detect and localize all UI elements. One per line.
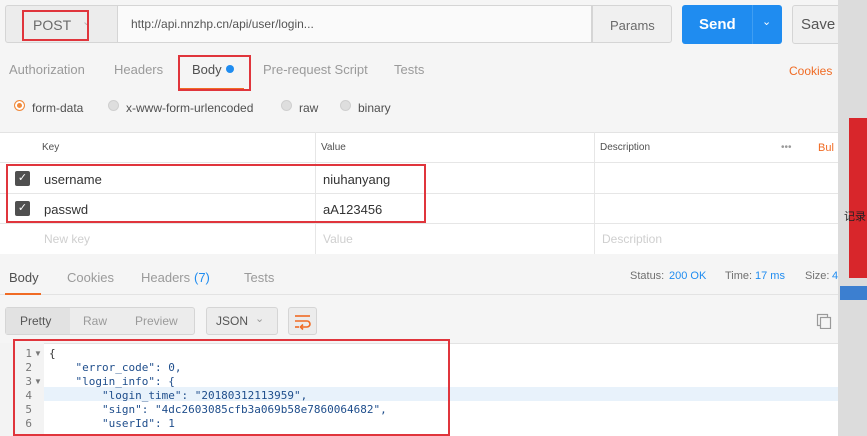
- background-window-banner: [849, 118, 867, 278]
- wrap-lines-button[interactable]: [288, 307, 317, 335]
- view-mode-raw[interactable]: Raw: [83, 314, 107, 328]
- copy-icon[interactable]: [816, 313, 832, 329]
- status-value: 200 OK: [669, 270, 707, 282]
- response-tab-cookies[interactable]: Cookies: [67, 270, 114, 285]
- size-label: Size:: [805, 270, 830, 282]
- method-label: POST: [33, 17, 72, 33]
- send-divider: [752, 5, 753, 44]
- new-value-input[interactable]: Value: [323, 232, 353, 246]
- tab-headers[interactable]: Headers: [114, 62, 163, 77]
- bulk-edit-link[interactable]: Bul: [818, 142, 834, 154]
- chevron-down-icon: ⌄: [82, 16, 92, 28]
- radio-label-urlencoded: x-www-form-urlencoded: [126, 101, 254, 115]
- new-description-input[interactable]: Description: [602, 232, 662, 246]
- tab-authorization[interactable]: Authorization: [9, 62, 85, 77]
- line-number: 5: [25, 403, 32, 416]
- radio-label-binary: binary: [358, 101, 391, 115]
- fold-arrow-icon[interactable]: ▼: [34, 349, 42, 358]
- code-line: "login_info": {: [49, 375, 175, 388]
- code-line: "userId": 1: [49, 417, 175, 430]
- column-header-key: Key: [42, 142, 60, 153]
- radio-x-www-form-urlencoded[interactable]: [108, 100, 119, 111]
- row-separator: [0, 223, 838, 224]
- send-options-chevron-icon[interactable]: ⌄: [762, 15, 771, 28]
- params-label: Params: [610, 18, 655, 33]
- response-tab-tests[interactable]: Tests: [244, 270, 274, 285]
- param-value-passwd[interactable]: aA123456: [323, 202, 382, 217]
- view-mode-preview[interactable]: Preview: [135, 314, 178, 328]
- response-tab-headers[interactable]: Headers: [141, 270, 190, 285]
- cookies-link[interactable]: Cookies: [789, 64, 832, 78]
- wrap-lines-icon: [295, 315, 311, 331]
- radio-label-raw: raw: [299, 101, 319, 115]
- radio-binary[interactable]: [340, 100, 351, 111]
- view-mode-pretty[interactable]: Pretty: [20, 314, 51, 328]
- line-number: 6: [25, 417, 32, 430]
- column-header-description: Description: [600, 142, 651, 153]
- url-text: http://api.nnzhp.cn/api/user/login...: [131, 17, 314, 31]
- more-options-icon[interactable]: •••: [781, 142, 792, 153]
- time-value: 17 ms: [755, 270, 785, 282]
- response-tab-bar: [0, 262, 838, 295]
- param-value-username[interactable]: niuhanyang: [323, 172, 390, 187]
- line-number: 4: [25, 389, 32, 402]
- tab-body[interactable]: Body: [192, 62, 222, 77]
- row-separator: [0, 162, 838, 163]
- fold-arrow-icon[interactable]: ▼: [34, 377, 42, 386]
- param-key-passwd[interactable]: passwd: [44, 202, 88, 217]
- save-label: Save: [801, 16, 836, 33]
- send-label: Send: [699, 16, 736, 33]
- tab-tests[interactable]: Tests: [394, 62, 424, 77]
- line-number: 2: [25, 361, 32, 374]
- param-key-username[interactable]: username: [44, 172, 102, 187]
- tab-active-underline: [180, 88, 244, 90]
- row-separator: [0, 193, 838, 194]
- body-modified-dot: [226, 65, 234, 73]
- line-number: 1: [25, 347, 32, 360]
- code-line: "login_time": "20180312113959",: [49, 389, 308, 402]
- background-window-text: 记录: [844, 211, 866, 223]
- new-key-input[interactable]: New key: [44, 232, 90, 246]
- line-number: 3: [25, 375, 32, 388]
- row-checkbox-username[interactable]: ✓: [15, 171, 30, 186]
- response-tab-body[interactable]: Body: [9, 270, 39, 285]
- background-window-bar: [840, 286, 867, 300]
- tab-pre-request-script[interactable]: Pre-request Script: [263, 62, 368, 77]
- radio-form-data[interactable]: [14, 100, 25, 111]
- status-label: Status:: [630, 270, 665, 282]
- row-checkbox-passwd[interactable]: ✓: [15, 201, 30, 216]
- code-line: "sign": "4dc2603085cfb3a069b58e786006468…: [49, 403, 387, 416]
- format-label: JSON: [216, 314, 249, 328]
- radio-label-form-data: form-data: [32, 101, 84, 115]
- response-tab-underline: [5, 293, 41, 295]
- radio-raw[interactable]: [281, 100, 292, 111]
- code-line: {: [49, 347, 56, 360]
- time-label: Time:: [725, 270, 753, 282]
- code-line: "error_code": 0,: [49, 361, 182, 374]
- headers-count-badge: (7): [194, 270, 210, 285]
- chevron-down-icon: ⌄: [255, 313, 265, 325]
- column-header-value: Value: [321, 142, 346, 153]
